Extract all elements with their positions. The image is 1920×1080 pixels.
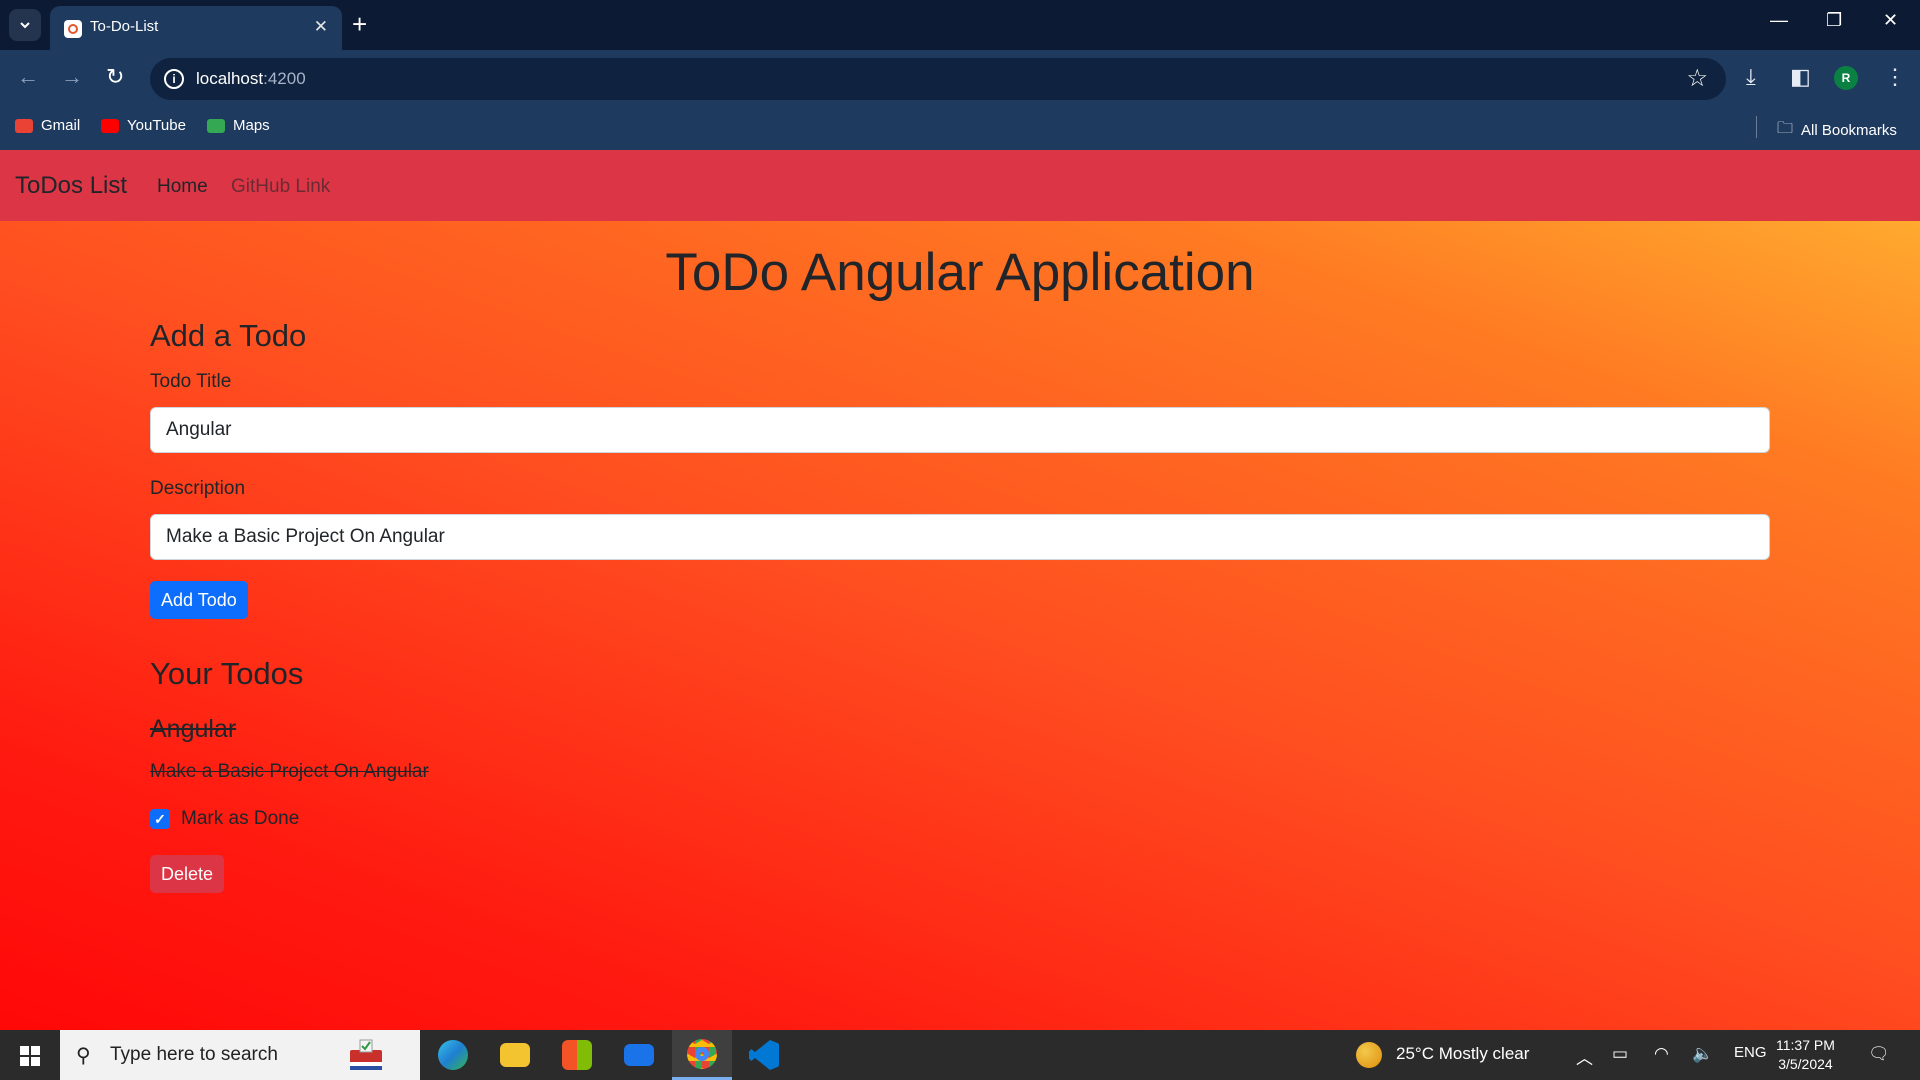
- navbar-brand[interactable]: ToDos List: [15, 172, 127, 200]
- taskbar-store[interactable]: [547, 1030, 607, 1080]
- description-input[interactable]: [150, 514, 1770, 560]
- todo-item-title: Angular: [150, 715, 237, 743]
- search-icon: ⚲: [76, 1045, 91, 1067]
- chevron-down-icon: [20, 22, 30, 29]
- gmail-icon: [15, 118, 33, 133]
- todo-item-description: Make a Basic Project On Angular: [150, 761, 429, 782]
- side-panel-icon[interactable]: ◧: [1790, 64, 1811, 90]
- weather-moon-icon: [1356, 1042, 1382, 1068]
- back-arrow-icon[interactable]: ←: [17, 66, 39, 88]
- nav-home-link[interactable]: Home: [157, 176, 208, 198]
- taskbar-edge[interactable]: [423, 1030, 483, 1080]
- add-todo-heading: Add a Todo: [150, 318, 307, 353]
- mark-done-checkbox[interactable]: ✓: [150, 809, 170, 829]
- edge-icon: [438, 1040, 468, 1070]
- site-info-icon[interactable]: i: [164, 69, 184, 89]
- bookmark-maps[interactable]: Maps: [207, 117, 270, 134]
- windows-taskbar: ⚲ Type here to search 25°C Mostly clear …: [0, 1030, 1920, 1080]
- mark-done-label[interactable]: Mark as Done: [181, 808, 299, 830]
- vscode-icon: [749, 1040, 779, 1070]
- mark-done-row: ✓ Mark as Done: [150, 808, 299, 830]
- clock-date: 3/5/2024: [1778, 1056, 1833, 1072]
- notification-icon[interactable]: 🗨: [1868, 1044, 1890, 1064]
- folder-icon: 🗀: [1777, 120, 1794, 137]
- address-bar[interactable]: i localhost:4200 ☆: [150, 58, 1726, 100]
- page-title: ToDo Angular Application: [665, 243, 1255, 302]
- restore-icon[interactable]: ❐: [1826, 10, 1842, 31]
- taskbar-vscode[interactable]: [734, 1030, 794, 1080]
- clock-time: 11:37 PM: [1776, 1037, 1835, 1053]
- youtube-icon: [101, 118, 119, 133]
- search-placeholder: Type here to search: [110, 1044, 278, 1065]
- chrome-icon: [687, 1038, 717, 1069]
- nav-github-link[interactable]: GitHub Link: [231, 176, 330, 198]
- network-icon[interactable]: ◠: [1654, 1044, 1669, 1064]
- tab-close-icon[interactable]: ✕: [314, 17, 328, 37]
- ballot-box-icon: [350, 1039, 382, 1070]
- tab-search-button[interactable]: [9, 9, 41, 41]
- your-todos-heading: Your Todos: [150, 656, 304, 691]
- more-menu-icon[interactable]: ⋮: [1884, 64, 1906, 90]
- window-close-icon[interactable]: ✕: [1883, 10, 1898, 31]
- language-indicator[interactable]: ENG: [1734, 1044, 1767, 1061]
- description-label: Description: [150, 478, 246, 499]
- all-bookmarks[interactable]: 🗀 All Bookmarks: [1777, 117, 1897, 144]
- bookmark-gmail[interactable]: Gmail: [15, 117, 80, 134]
- clock[interactable]: 11:37 PM 3/5/2024: [1776, 1036, 1835, 1074]
- tab-title: To-Do-List: [90, 18, 159, 35]
- reload-icon[interactable]: ↻: [106, 66, 124, 88]
- page-viewport: ToDos List Home GitHub Link ToDo Angular…: [0, 150, 1920, 1030]
- browser-tab-active[interactable]: To-Do-List ✕: [50, 6, 342, 50]
- app-navbar: ToDos List Home GitHub Link: [0, 150, 1920, 221]
- maps-icon: [207, 118, 225, 133]
- mail-icon: [624, 1044, 654, 1066]
- new-tab-button[interactable]: +: [352, 10, 367, 38]
- delete-todo-button[interactable]: Delete: [150, 855, 225, 893]
- chevron-up-icon[interactable]: ︿: [1576, 1044, 1593, 1069]
- windows-start-icon[interactable]: [20, 1046, 40, 1066]
- bookmarks-divider: [1756, 116, 1757, 138]
- folder-explorer-icon: [500, 1043, 530, 1067]
- forward-arrow-icon[interactable]: →: [61, 66, 83, 88]
- bookmarks-bar: Gmail YouTube Maps 🗀 All Bookmarks: [0, 106, 1920, 150]
- bookmark-star-icon[interactable]: ☆: [1686, 64, 1708, 93]
- download-icon[interactable]: ⤓: [1746, 64, 1756, 90]
- browser-toolbar: ← → ↻ i localhost:4200 ☆ ⤓ ◧ ⋮: [0, 50, 1920, 106]
- battery-icon[interactable]: ▭: [1612, 1044, 1628, 1064]
- todo-favicon-icon: [64, 20, 82, 38]
- todo-title-label: Todo Title: [150, 371, 232, 392]
- url-text[interactable]: localhost:4200: [196, 69, 306, 89]
- store-icon: [562, 1040, 592, 1070]
- taskbar-search[interactable]: ⚲ Type here to search: [60, 1030, 420, 1080]
- todo-title-input[interactable]: [150, 407, 1770, 453]
- browser-tab-strip: To-Do-List ✕ + — ❐ ✕: [0, 0, 1920, 50]
- weather-text[interactable]: 25°C Mostly clear: [1396, 1044, 1529, 1064]
- taskbar-mail[interactable]: [609, 1030, 669, 1080]
- add-todo-button[interactable]: Add Todo: [150, 581, 248, 619]
- taskbar-file-explorer[interactable]: [485, 1030, 545, 1080]
- profile-avatar[interactable]: R: [1834, 66, 1858, 90]
- minimize-icon[interactable]: —: [1770, 10, 1788, 31]
- bookmark-youtube[interactable]: YouTube: [101, 117, 186, 134]
- volume-icon[interactable]: 🔈: [1692, 1044, 1713, 1064]
- taskbar-chrome[interactable]: [672, 1030, 732, 1080]
